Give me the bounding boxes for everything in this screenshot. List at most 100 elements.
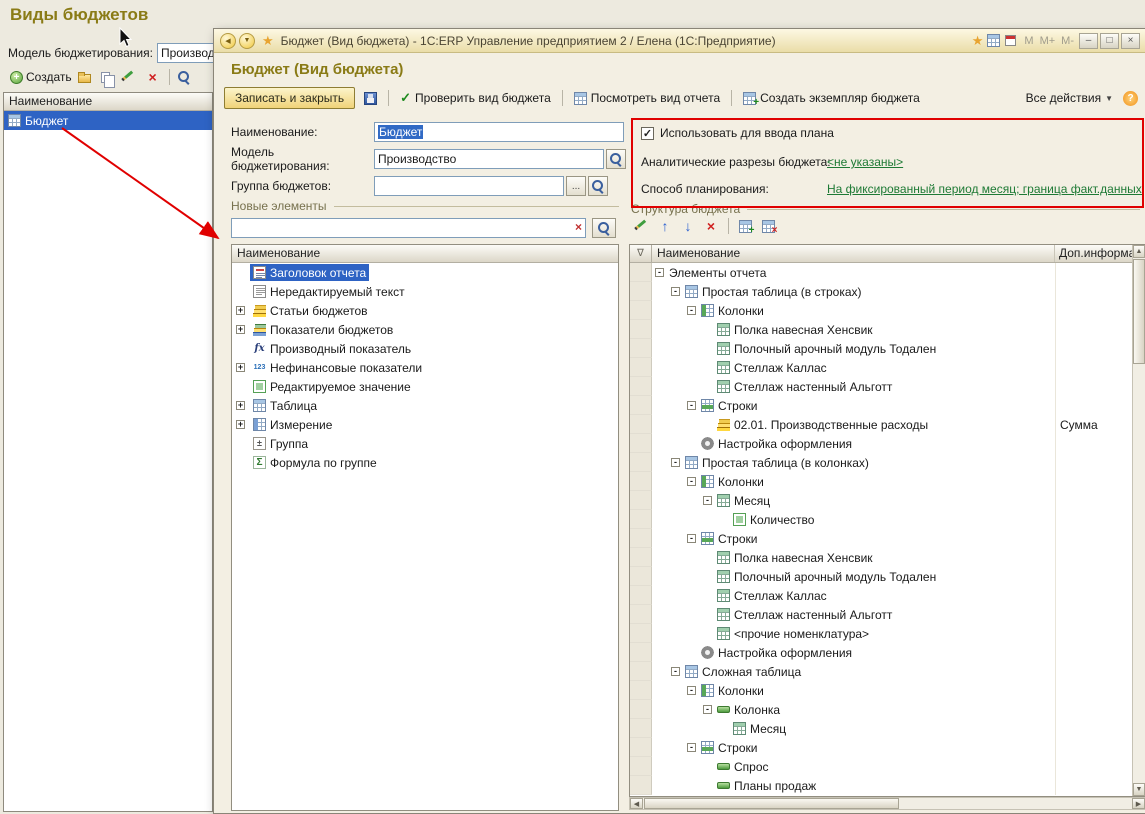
scroll-down-button[interactable]: ▼ xyxy=(1133,783,1145,796)
row-selector-cell[interactable] xyxy=(630,282,652,301)
structure-row[interactable]: Полка навесная Хенсвик xyxy=(630,320,1145,339)
collapse-icon[interactable]: - xyxy=(687,401,696,410)
structure-row[interactable]: Полочный арочный модуль Тодален xyxy=(630,567,1145,586)
structure-row[interactable]: - Колонки xyxy=(630,301,1145,320)
save-and-close-button[interactable]: Записать и закрыть xyxy=(224,87,356,109)
row-selector-cell[interactable] xyxy=(630,529,652,548)
new-element-row[interactable]: + Нефинансовые показатели xyxy=(232,358,618,377)
collapse-icon[interactable]: - xyxy=(671,458,680,467)
row-selector-cell[interactable] xyxy=(630,377,652,396)
back-button[interactable]: ◀ xyxy=(220,32,236,49)
structure-row[interactable]: - Элементы отчета xyxy=(630,263,1145,282)
structure-row[interactable]: - Строки xyxy=(630,396,1145,415)
calendar-icon[interactable] xyxy=(1005,35,1017,46)
vertical-scrollbar[interactable]: ▲ ▼ xyxy=(1132,245,1145,796)
bg-list-item[interactable]: Бюджет xyxy=(4,111,212,130)
bg-edit-button[interactable] xyxy=(120,67,142,87)
collapse-icon[interactable]: - xyxy=(703,705,712,714)
create-instance-button[interactable]: Создать экземпляр бюджета xyxy=(743,91,920,108)
row-selector-cell[interactable] xyxy=(630,301,652,320)
new-element-row[interactable]: + Показатели бюджетов xyxy=(232,320,618,339)
filter-icon[interactable]: ∇ xyxy=(630,245,652,262)
structure-row[interactable]: - Строки xyxy=(630,529,1145,548)
row-selector-cell[interactable] xyxy=(630,415,652,434)
structure-row[interactable]: - Колонки xyxy=(630,472,1145,491)
remove-from-structure-button[interactable] xyxy=(757,216,779,236)
horizontal-scrollbar[interactable]: ◀ ▶ xyxy=(629,797,1145,810)
all-actions-button[interactable]: Все действия ▼ xyxy=(1026,91,1113,105)
row-selector-cell[interactable] xyxy=(630,738,652,757)
row-selector-cell[interactable] xyxy=(630,605,652,624)
new-element-row[interactable]: Формула по группе xyxy=(232,453,618,472)
structure-row[interactable]: Настройка оформления xyxy=(630,434,1145,453)
group-input[interactable] xyxy=(374,176,564,196)
quick-search-field[interactable]: × xyxy=(231,218,586,238)
row-selector-cell[interactable] xyxy=(630,776,652,795)
collapse-icon[interactable]: - xyxy=(671,287,680,296)
collapse-icon[interactable]: - xyxy=(687,306,696,315)
planning-link[interactable]: На фиксированный период месяц; граница ф… xyxy=(827,182,1144,196)
structure-row[interactable]: - Простая таблица (в строках) xyxy=(630,282,1145,301)
row-selector-cell[interactable] xyxy=(630,434,652,453)
group-lookup-button[interactable] xyxy=(588,176,608,196)
maximize-button[interactable]: □ xyxy=(1100,32,1119,49)
row-selector-cell[interactable] xyxy=(630,358,652,377)
new-element-row[interactable]: + Статьи бюджетов xyxy=(232,301,618,320)
expand-icon[interactable]: + xyxy=(236,401,245,410)
row-selector-cell[interactable] xyxy=(630,719,652,738)
add-favorite-icon[interactable]: ★ xyxy=(972,33,984,49)
structure-row[interactable]: 02.01. Производственные расходы Сумма xyxy=(630,415,1145,434)
collapse-icon[interactable]: - xyxy=(655,268,664,277)
structure-row[interactable]: <прочие номенклатура> xyxy=(630,624,1145,643)
new-element-row[interactable]: Редактируемое значение xyxy=(232,377,618,396)
help-button[interactable]: ? xyxy=(1123,90,1138,106)
move-up-button[interactable]: ↑ xyxy=(654,216,676,236)
expand-icon[interactable]: + xyxy=(236,325,245,334)
favorite-star-icon[interactable]: ★ xyxy=(262,33,274,49)
close-button[interactable]: × xyxy=(1121,32,1140,49)
check-view-button[interactable]: ✓ Проверить вид бюджета xyxy=(400,90,551,106)
move-down-button[interactable]: ↓ xyxy=(677,216,699,236)
row-selector-cell[interactable] xyxy=(630,453,652,472)
bg-delete-button[interactable]: × xyxy=(142,67,164,87)
structure-row[interactable]: Стеллаж Каллас xyxy=(630,358,1145,377)
view-report-button[interactable]: Посмотреть вид отчета xyxy=(573,91,720,105)
row-selector-cell[interactable] xyxy=(630,586,652,605)
new-element-row[interactable]: + Таблица xyxy=(232,396,618,415)
structure-row[interactable]: Полка навесная Хенсвик xyxy=(630,548,1145,567)
vertical-scroll-thumb[interactable] xyxy=(1133,259,1145,364)
model-input[interactable]: Производство xyxy=(374,149,604,169)
structure-row[interactable]: Планы продаж xyxy=(630,776,1145,795)
row-selector-cell[interactable] xyxy=(630,396,652,415)
structure-row[interactable]: Стеллаж настенный Альготт xyxy=(630,377,1145,396)
titlebar[interactable]: ◀ ▼ ★ Бюджет (Вид бюджета) - 1С:ERP Упра… xyxy=(214,29,1145,53)
scroll-right-button[interactable]: ▶ xyxy=(1132,798,1145,809)
save-button[interactable] xyxy=(361,88,383,108)
clear-search-icon[interactable]: × xyxy=(575,220,582,234)
use-plan-checkbox[interactable]: ✓ xyxy=(641,126,654,140)
minimize-button[interactable]: – xyxy=(1079,32,1098,49)
quick-search-input[interactable] xyxy=(234,220,564,236)
row-selector-cell[interactable] xyxy=(630,263,652,282)
structure-row[interactable]: - Колонки xyxy=(630,681,1145,700)
new-element-row[interactable]: Заголовок отчета xyxy=(232,263,618,282)
new-element-row[interactable]: + Измерение xyxy=(232,415,618,434)
expand-icon[interactable]: + xyxy=(236,420,245,429)
expand-icon[interactable]: + xyxy=(236,306,245,315)
row-selector-cell[interactable] xyxy=(630,700,652,719)
analytics-link[interactable]: <не указаны> xyxy=(827,155,903,169)
row-selector-cell[interactable] xyxy=(630,681,652,700)
structure-row[interactable]: Спрос xyxy=(630,757,1145,776)
structure-row[interactable]: Месяц xyxy=(630,719,1145,738)
forward-menu-button[interactable]: ▼ xyxy=(239,32,255,49)
reports-icon[interactable] xyxy=(987,34,1001,47)
row-selector-cell[interactable] xyxy=(630,643,652,662)
bg-add-folder-button[interactable] xyxy=(76,67,98,87)
horizontal-scroll-thumb[interactable] xyxy=(644,798,899,809)
memory-mminus-button[interactable]: M- xyxy=(1061,35,1074,47)
structure-row[interactable]: - Месяц xyxy=(630,491,1145,510)
new-element-row[interactable]: Производный показатель xyxy=(232,339,618,358)
expand-icon[interactable]: + xyxy=(236,363,245,372)
row-selector-cell[interactable] xyxy=(630,491,652,510)
structure-row[interactable]: - Простая таблица (в колонках) xyxy=(630,453,1145,472)
